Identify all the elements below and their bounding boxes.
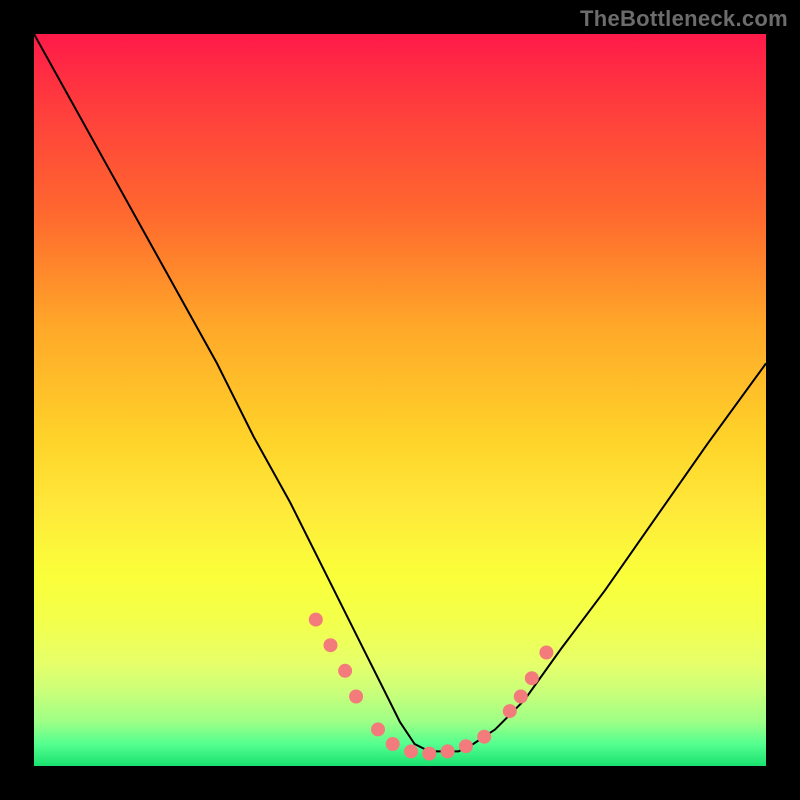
- plot-area: [34, 34, 766, 766]
- watermark-text: TheBottleneck.com: [580, 6, 788, 32]
- chart-frame: TheBottleneck.com: [0, 0, 800, 800]
